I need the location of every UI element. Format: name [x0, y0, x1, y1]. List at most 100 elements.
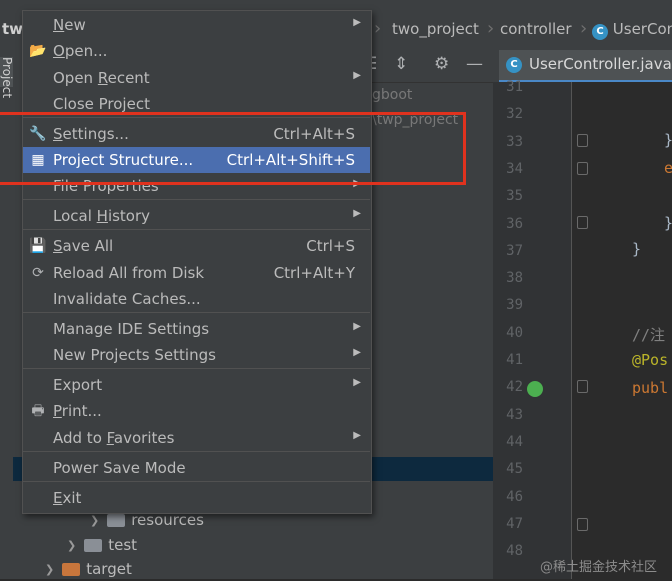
menu-item-label: Exit	[53, 489, 82, 507]
chevron-right-icon: ❯	[90, 513, 100, 527]
menu-item-close-project[interactable]: Close Project	[23, 91, 370, 117]
chevron-right-icon: ›	[487, 18, 495, 39]
menu-item-label: Settings...	[53, 125, 129, 143]
tool-window-stripe	[0, 46, 14, 579]
tree-item-test[interactable]: ❯ test	[67, 533, 137, 557]
breadcrumb-item-class[interactable]: C UserCon	[592, 20, 672, 40]
breadcrumb-item-controller[interactable]: controller	[500, 20, 572, 38]
fold-marker-icon[interactable]	[577, 216, 588, 229]
code-fragment: }	[632, 240, 642, 258]
menu-item-open[interactable]: 📂 Open...	[23, 38, 370, 64]
hide-icon[interactable]: —	[466, 54, 483, 74]
code-keyword: publ	[632, 379, 669, 397]
line-number: 32	[506, 106, 523, 123]
tab-label: UserController.java	[529, 55, 672, 73]
line-number: 35	[506, 188, 523, 205]
menu-item-file-properties[interactable]: File Properties ▶	[23, 173, 370, 199]
chevron-right-icon: ›	[374, 18, 382, 39]
line-number: 45	[506, 461, 523, 478]
spring-bean-icon[interactable]	[527, 381, 543, 397]
submenu-arrow-icon: ▶	[353, 17, 361, 28]
fold-marker-icon[interactable]	[577, 380, 588, 393]
menu-item-add-to-favorites[interactable]: Add to Favorites ▶	[23, 425, 370, 451]
scroll-to-source-icon[interactable]: ⇕	[394, 54, 408, 74]
line-number: 31	[506, 79, 523, 95]
menu-item-invalidate-caches[interactable]: Invalidate Caches...	[23, 286, 370, 312]
menu-item-manage-ide-settings[interactable]: Manage IDE Settings ▶	[23, 316, 370, 342]
line-number: 34	[506, 160, 523, 177]
submenu-arrow-icon: ▶	[353, 347, 361, 358]
line-number: 42	[506, 379, 523, 396]
menu-item-label: New Projects Settings	[53, 346, 216, 364]
code-fragment: }	[664, 131, 672, 149]
fold-marker-icon[interactable]	[577, 518, 588, 531]
tree-path-fragment: \twp_project	[372, 112, 459, 128]
line-number: 37	[506, 242, 523, 259]
gear-icon[interactable]: ⚙	[434, 54, 449, 74]
menu-item-export[interactable]: Export ▶	[23, 372, 370, 398]
code-comment: //注	[632, 326, 666, 344]
submenu-arrow-icon: ▶	[353, 430, 361, 441]
chevron-right-icon: ❯	[67, 538, 77, 552]
watermark: @稀土掘金技术社区	[540, 560, 658, 575]
submenu-arrow-icon: ▶	[353, 377, 361, 388]
menu-item-settings[interactable]: 🔧 Settings... Ctrl+Alt+S	[23, 121, 370, 147]
menu-item-label: Add to Favorites	[53, 429, 175, 447]
menu-separator	[23, 312, 370, 313]
menu-item-label: Local History	[53, 207, 151, 225]
line-number: 38	[506, 270, 523, 287]
fold-marker-icon[interactable]	[577, 134, 588, 147]
menu-separator	[23, 481, 370, 482]
tree-item-label: target	[86, 560, 132, 578]
menu-item-save-all[interactable]: 💾 Save All Ctrl+S	[23, 233, 370, 259]
folder-open-icon: 📂	[29, 43, 47, 59]
menu-item-shortcut: Ctrl+S	[306, 237, 355, 255]
menu-item-power-save-mode[interactable]: Power Save Mode	[23, 455, 370, 481]
menu-item-local-history[interactable]: Local History ▶	[23, 203, 370, 229]
menu-item-open-recent[interactable]: Open Recent ▶	[23, 65, 370, 91]
menu-item-label: Reload All from Disk	[53, 264, 205, 282]
menu-item-label: Project Structure...	[53, 151, 194, 169]
excluded-folder-icon	[62, 562, 81, 576]
project-structure-icon: ▦	[31, 152, 45, 168]
code-annotation: @Pos	[632, 351, 669, 369]
folder-icon	[84, 538, 103, 552]
menu-separator	[23, 368, 370, 369]
chevron-right-icon: ❯	[45, 562, 55, 576]
menu-item-project-structure[interactable]: ▦ Project Structure... Ctrl+Alt+Shift+S	[23, 147, 370, 173]
menu-item-label: Save All	[53, 237, 114, 255]
line-number: 44	[506, 433, 523, 450]
tree-item-target[interactable]: ❯ target	[45, 557, 132, 581]
submenu-arrow-icon: ▶	[353, 321, 361, 332]
menu-item-exit[interactable]: Exit	[23, 485, 370, 511]
line-number: 48	[506, 543, 523, 560]
line-number: 41	[506, 352, 523, 368]
line-number: 40	[506, 324, 523, 341]
menu-item-label: Power Save Mode	[53, 459, 186, 477]
line-number: 47	[506, 515, 523, 532]
menu-item-label: Export	[53, 376, 103, 394]
chevron-right-icon: ›	[580, 18, 588, 39]
editor-tab-usercontroller[interactable]: C UserController.java	[499, 50, 672, 80]
menu-item-reload-all[interactable]: ⟳ Reload All from Disk Ctrl+Alt+Y	[23, 260, 370, 286]
menu-item-new[interactable]: New ▶	[23, 12, 370, 38]
line-number: 46	[506, 488, 523, 505]
menu-item-print[interactable]: 🖶 Print...	[23, 398, 370, 424]
class-icon: C	[592, 24, 608, 40]
menu-item-label: File Properties	[53, 177, 159, 195]
menu-item-shortcut: Ctrl+Alt+Y	[273, 264, 355, 282]
wrench-icon: 🔧	[29, 126, 47, 142]
submenu-arrow-icon: ▶	[353, 70, 361, 81]
fold-marker-icon[interactable]	[577, 162, 588, 175]
menu-item-new-projects-settings[interactable]: New Projects Settings ▶	[23, 342, 370, 368]
tree-item-label: test	[108, 536, 138, 554]
menu-item-label: New	[53, 16, 86, 34]
print-icon: 🖶	[31, 403, 45, 419]
save-icon: 💾	[29, 238, 47, 254]
tree-text-fragment: gboot	[372, 87, 413, 103]
line-number: 39	[506, 297, 523, 314]
line-number: 36	[506, 215, 523, 232]
project-toolbar: ☰ ⇕ ⚙ —	[360, 46, 493, 83]
menu-item-shortcut: Ctrl+Alt+S	[273, 125, 355, 143]
breadcrumb-item-project[interactable]: two_project	[392, 20, 479, 38]
